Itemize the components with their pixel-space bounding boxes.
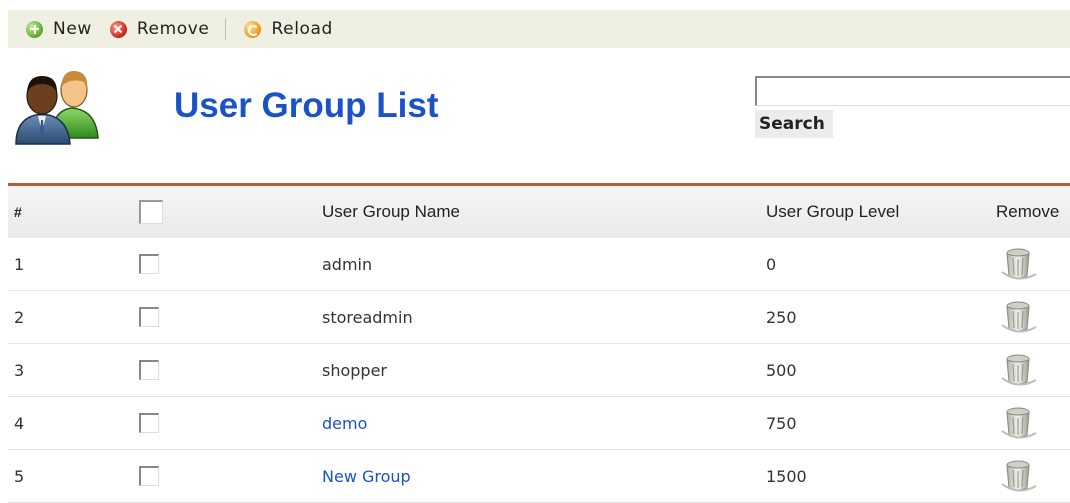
search-input[interactable] [755,76,1070,106]
group-level: 250 [766,307,797,327]
group-name[interactable]: demo [322,397,367,449]
table-row: 4 demo 750 [8,397,1070,450]
table-row: 1 admin 0 [8,238,1070,291]
row-checkbox[interactable] [139,360,159,380]
row-checkbox-cell [139,291,159,343]
row-number: 3 [14,360,25,380]
plus-circle-icon [26,20,43,38]
trash-icon[interactable] [996,403,1040,443]
row-remove-cell [996,344,1040,396]
row-remove-cell [996,291,1040,343]
user-group-table: # User Group Name User Group Level Remov… [8,183,1070,503]
trash-icon[interactable] [996,244,1040,284]
row-remove-cell [996,397,1040,449]
toolbar-divider [225,18,227,40]
column-header-level[interactable]: User Group Level [766,186,899,238]
table-row: 3 shopper 500 [8,344,1070,397]
group-name: shopper [322,360,387,380]
row-checkbox[interactable] [139,466,159,486]
row-checkbox-cell [139,397,159,449]
row-checkbox[interactable] [139,254,159,274]
column-header-remove: Remove [996,202,1060,221]
row-remove-cell [996,238,1040,290]
row-checkbox[interactable] [139,307,159,327]
row-checkbox-cell [139,344,159,396]
x-circle-icon [109,20,127,38]
select-all-checkbox[interactable] [139,200,163,224]
remove-button-label: Remove [136,19,210,39]
select-all-checkbox-cell [139,186,163,238]
reload-button-label: Reload [271,19,333,39]
new-button[interactable]: New [26,19,92,39]
row-checkbox-cell [139,450,159,502]
remove-button[interactable]: Remove [109,19,210,39]
toolbar: New Remove Reload [8,10,1070,48]
row-number: 1 [14,254,25,274]
group-name: admin [322,254,373,274]
group-level: 500 [766,360,797,380]
row-checkbox-cell [139,238,159,290]
trash-icon[interactable] [996,350,1040,390]
row-number: 2 [14,307,25,327]
column-header-name[interactable]: User Group Name [322,186,460,238]
row-number: 4 [14,413,25,433]
users-icon [15,70,99,145]
trash-icon[interactable] [996,297,1040,337]
column-header-number: # [14,204,22,220]
new-button-label: New [53,19,92,39]
trash-icon[interactable] [996,456,1040,496]
group-level: 0 [766,254,777,274]
row-remove-cell [996,450,1040,502]
reload-button[interactable]: Reload [244,19,332,39]
group-name: storeadmin [322,307,413,327]
row-number: 5 [14,466,25,486]
search-button[interactable]: Search [755,110,833,138]
table-row: 5 New Group 1500 [8,450,1070,503]
group-name[interactable]: New Group [322,450,411,502]
row-checkbox[interactable] [139,413,159,433]
page-title: User Group List [174,86,439,125]
table-header-row: # User Group Name User Group Level Remov… [8,186,1070,238]
reload-icon [244,20,262,38]
group-level: 750 [766,413,797,433]
table-row: 2 storeadmin 250 [8,291,1070,344]
group-level: 1500 [766,466,807,486]
